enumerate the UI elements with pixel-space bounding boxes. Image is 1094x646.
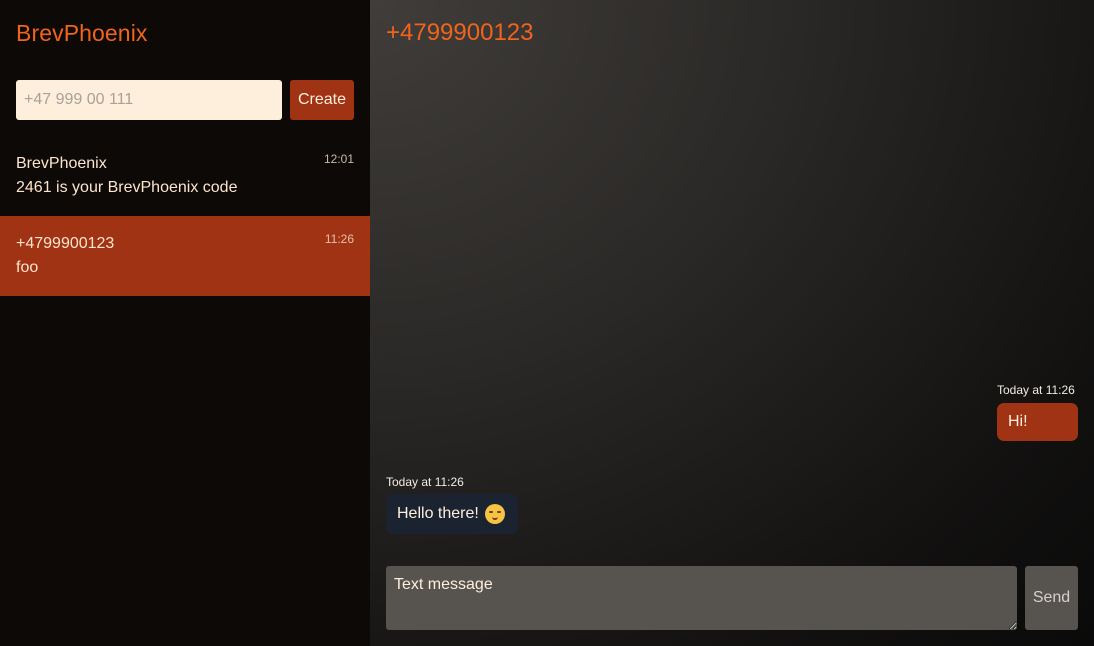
conversation-list: BrevPhoenix 2461 is your BrevPhoenix cod… xyxy=(0,136,370,296)
create-button[interactable]: Create xyxy=(290,80,354,120)
conversation-item-active[interactable]: +4799900123 foo 11:26 xyxy=(0,216,370,296)
outgoing-message-text: Hi! xyxy=(1008,413,1028,430)
phone-number-input[interactable] xyxy=(16,80,282,120)
face-with-hand-over-mouth-icon xyxy=(484,504,505,524)
compose-bar: Send xyxy=(386,566,1078,630)
app-root: BrevPhoenix Create BrevPhoenix 2461 is y… xyxy=(0,0,1094,646)
message-input[interactable] xyxy=(386,566,1017,630)
outgoing-message-time: Today at 11:26 xyxy=(997,383,1075,397)
conversation-preview: foo xyxy=(16,259,39,276)
conversation-name: +4799900123 xyxy=(16,235,115,252)
conversation-preview: 2461 is your BrevPhoenix code xyxy=(16,179,238,196)
conversation-time: 12:01 xyxy=(323,152,354,166)
app-title: BrevPhoenix xyxy=(16,20,148,46)
incoming-message-time: Today at 11:26 xyxy=(386,475,464,489)
send-button[interactable]: Send xyxy=(1025,566,1078,630)
conversation-name: BrevPhoenix xyxy=(16,155,107,172)
incoming-message-bubble: Hello there! xyxy=(386,494,518,534)
outgoing-message-bubble: Hi! xyxy=(997,403,1078,441)
new-conversation-form: Create xyxy=(16,80,354,120)
incoming-message-text: Hello there! xyxy=(397,505,479,522)
conversation-time: 11:26 xyxy=(324,232,354,246)
conversation-item[interactable]: BrevPhoenix 2461 is your BrevPhoenix cod… xyxy=(0,136,370,216)
sidebar: BrevPhoenix Create BrevPhoenix 2461 is y… xyxy=(0,0,370,646)
chat-panel: +4799900123 Today at 11:26 Hi! Today at … xyxy=(370,0,1094,646)
chat-title: +4799900123 xyxy=(386,19,534,46)
